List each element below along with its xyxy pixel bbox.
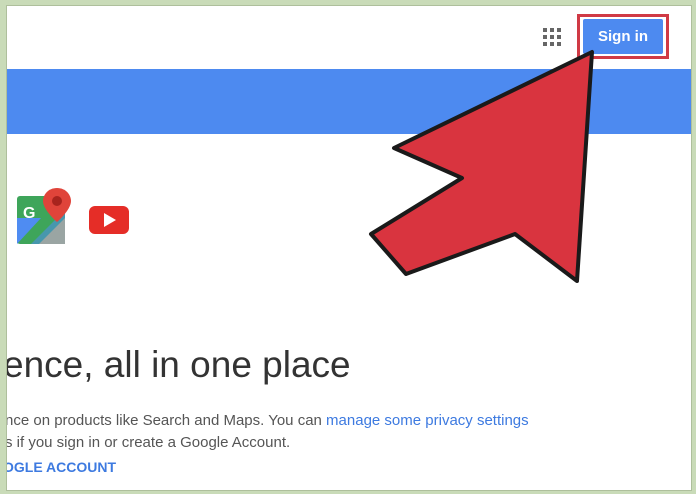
privacy-settings-link[interactable]: manage some privacy settings: [326, 412, 529, 429]
top-bar: Sign in: [7, 6, 691, 69]
blue-banner: [7, 69, 691, 134]
description-line2: s if you sign in or create a Google Acco…: [6, 434, 291, 451]
browser-page: Sign in G ence, all in one place nce on …: [6, 5, 692, 491]
svg-text:G: G: [23, 205, 35, 222]
apps-grid-icon[interactable]: [543, 28, 561, 46]
create-account-link[interactable]: OGLE ACCOUNT: [7, 459, 116, 475]
description-line1: nce on products like Search and Maps. Yo…: [6, 412, 327, 429]
description-text: nce on products like Search and Maps. Yo…: [6, 410, 529, 454]
sign-in-button[interactable]: Sign in: [583, 19, 663, 54]
page-headline: ence, all in one place: [6, 344, 351, 385]
google-maps-icon[interactable]: G: [17, 188, 73, 251]
youtube-icon[interactable]: [89, 206, 129, 239]
